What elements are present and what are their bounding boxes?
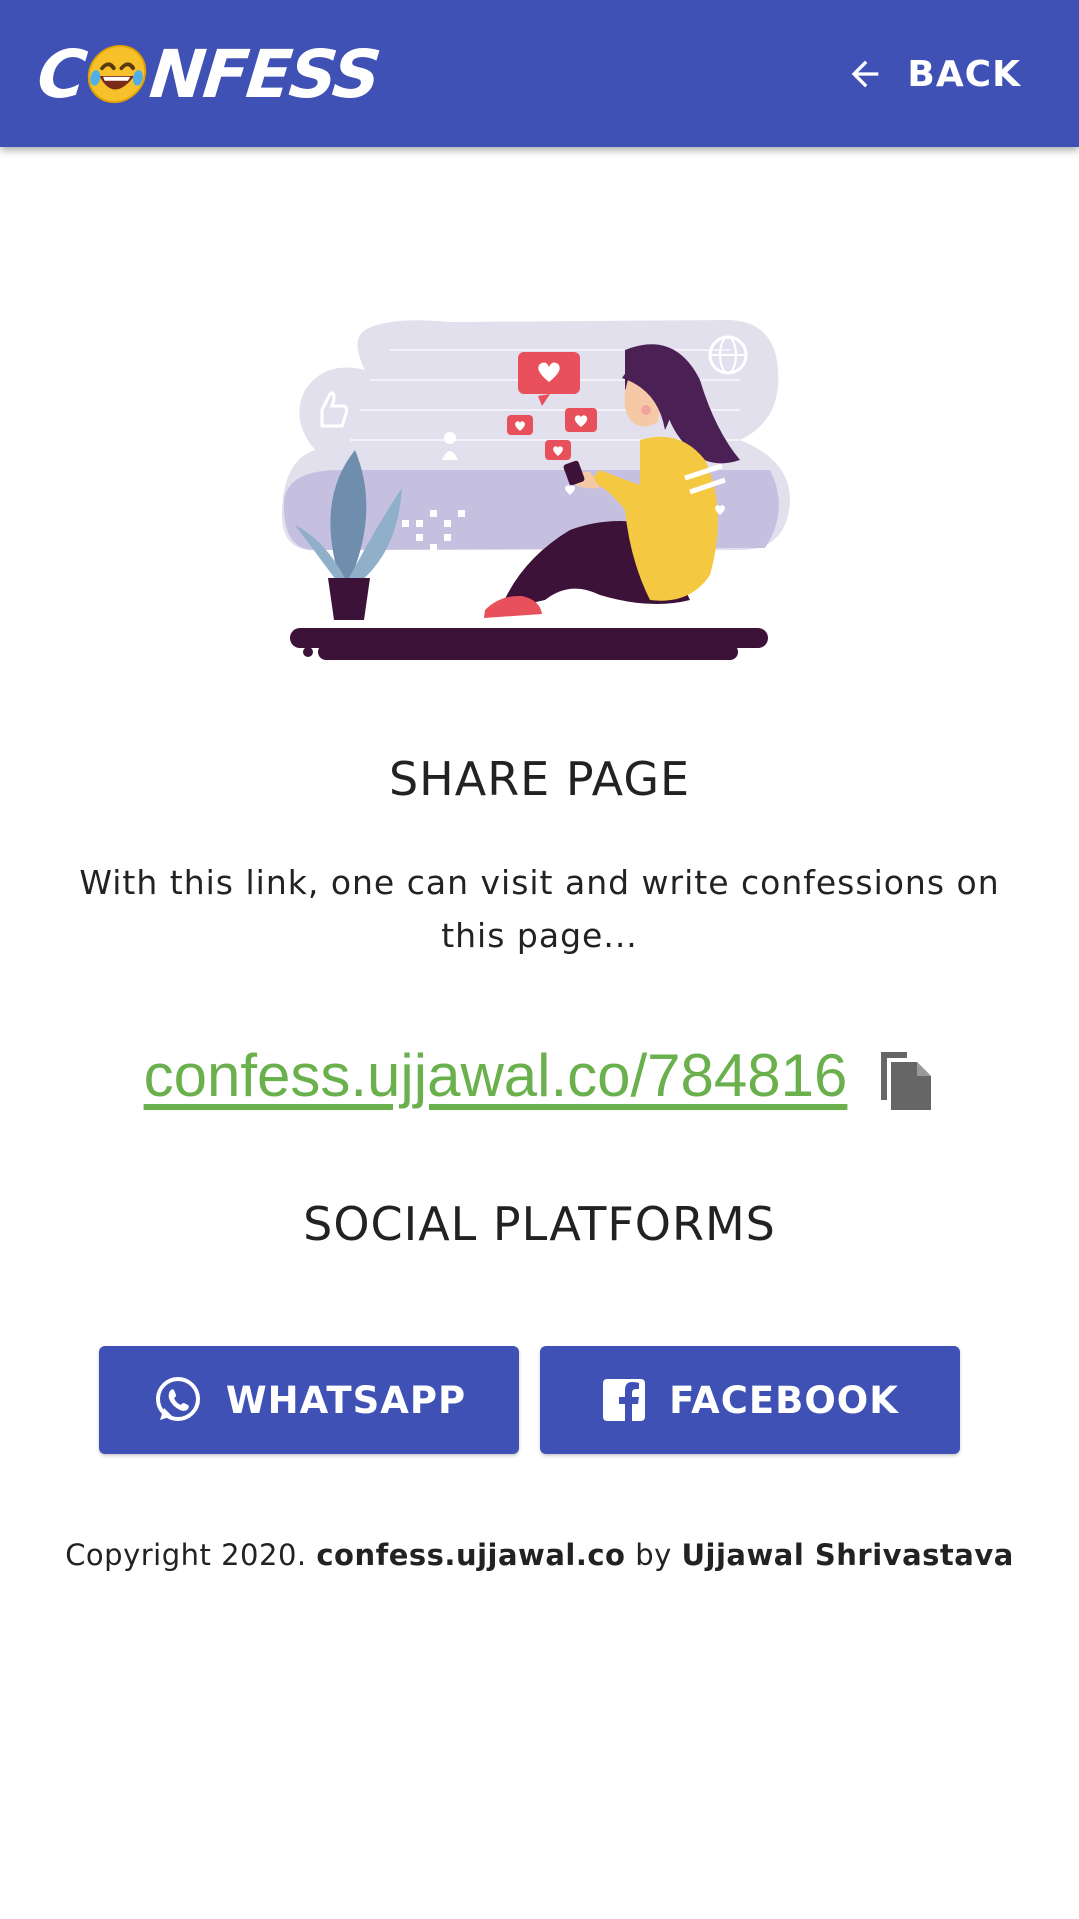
footer-site-link[interactable]: confess.ujjawal.co (316, 1538, 625, 1572)
logo-text-end: NFESS (146, 35, 383, 113)
back-button[interactable]: BACK (845, 46, 1021, 102)
facebook-icon (603, 1379, 646, 1421)
copy-icon[interactable] (877, 1048, 935, 1114)
girl-with-phone-illustration (281, 320, 790, 660)
back-label: BACK (907, 53, 1021, 95)
logo-text-start: C (33, 35, 89, 113)
whatsapp-button[interactable]: WHATSAPP (99, 1346, 519, 1454)
laughing-emoji-icon (88, 44, 147, 104)
arrow-left-icon (852, 60, 879, 88)
share-page-heading: SHARE PAGE (388, 752, 691, 806)
whatsapp-icon (155, 1377, 200, 1421)
social-platforms-heading: SOCIAL PLATFORMS (303, 1197, 776, 1251)
confess-logo[interactable]: C NFESS (33, 35, 383, 113)
facebook-button[interactable]: FACEBOOK (540, 1346, 960, 1454)
footer: Copyright 2020. confess.ujjawal.co by Uj… (0, 1538, 1079, 1572)
facebook-label: FACEBOOK (669, 1378, 899, 1422)
footer-copyright: Copyright 2020. (65, 1538, 307, 1572)
share-link[interactable]: confess.ujjawal.co/784816 (144, 1041, 848, 1110)
share-link-row: confess.ujjawal.co/784816 (0, 1035, 1079, 1115)
footer-author-link[interactable]: Ujjawal Shrivastava (682, 1538, 1014, 1572)
whatsapp-label: WHATSAPP (225, 1378, 467, 1422)
share-description: With this link, one can visit and write … (79, 863, 1000, 955)
footer-by: by (635, 1538, 672, 1572)
app-bar: C NFESS BACK (0, 0, 1079, 147)
